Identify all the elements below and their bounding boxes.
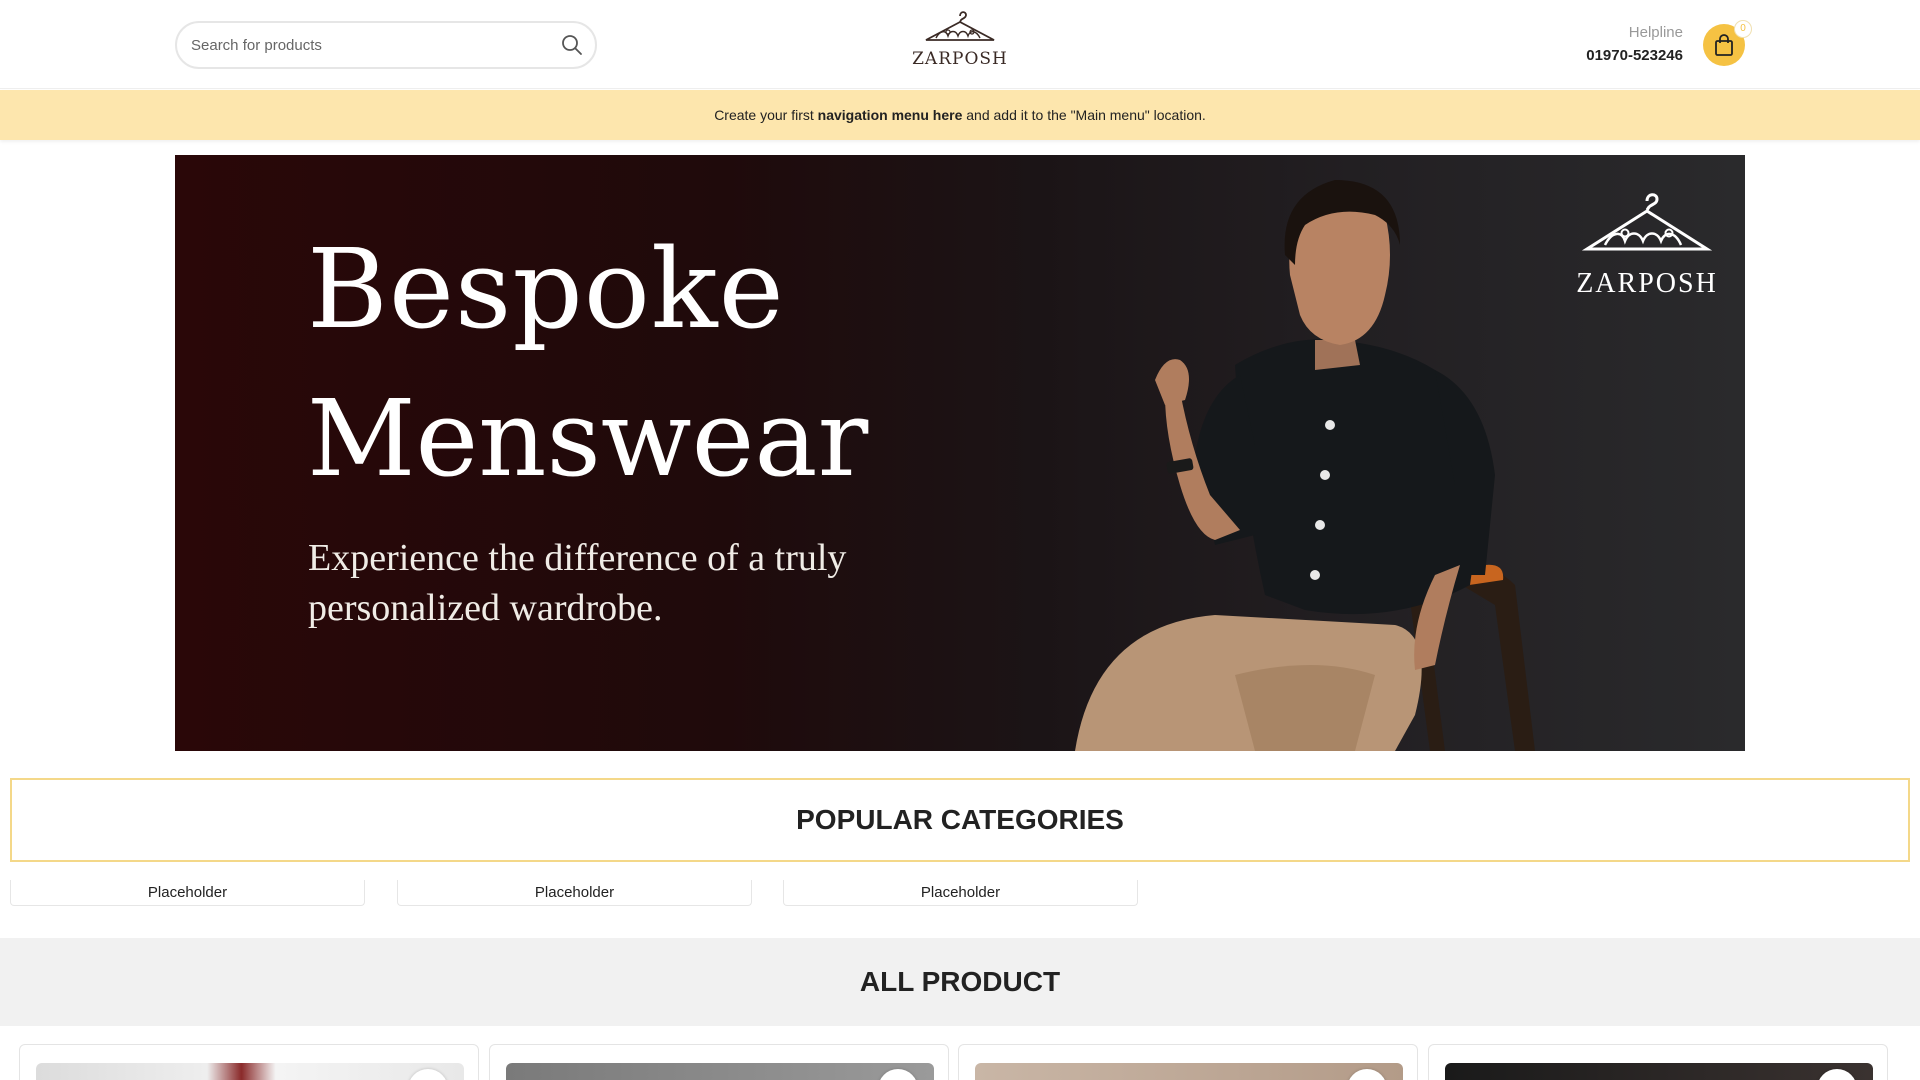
site-header: ZARPOSH Helpline 01970-523246 0 [0, 0, 1920, 89]
category-image-placeholder: Placeholder [920, 884, 1001, 901]
category-item[interactable]: Placeholder [783, 880, 1138, 906]
product-image[interactable] [36, 1063, 464, 1080]
product-card[interactable] [1428, 1044, 1888, 1080]
notice-bar: Create your first navigation menu here a… [0, 90, 1920, 140]
helpline: Helpline 01970-523246 [1586, 24, 1683, 64]
shopping-bag-icon [1715, 34, 1733, 56]
search-icon[interactable] [561, 34, 583, 56]
logo-text: ZARPOSH [912, 49, 1008, 69]
all-product-header: ALL PRODUCT [0, 938, 1920, 1026]
site-logo[interactable]: ZARPOSH [910, 6, 1010, 78]
hero-subtitle: Experience the difference of a truly per… [308, 537, 847, 629]
product-card[interactable] [489, 1044, 949, 1080]
notice-link[interactable]: navigation menu here [818, 107, 963, 123]
category-image-placeholder: Placeholder [534, 884, 615, 901]
helpline-label: Helpline [1628, 24, 1683, 41]
hero-banner[interactable]: Bespoke Menswear Experience the differen… [175, 155, 1745, 751]
hero-title-line1: Bespoke [307, 225, 785, 353]
popular-categories-title: POPULAR CATEGORIES [796, 804, 1124, 835]
all-product-title: ALL PRODUCT [859, 966, 1061, 997]
notice-suffix: and add it to the "Main menu" location. [966, 107, 1206, 123]
hero-title-line2: Menswear [307, 377, 869, 500]
category-item[interactable]: Placeholder [397, 880, 752, 906]
product-card[interactable] [19, 1044, 479, 1080]
category-item[interactable]: Placeholder [10, 880, 365, 906]
search-form [175, 21, 597, 69]
category-image-placeholder: Placeholder [147, 884, 228, 901]
hero-brand-text: ZARPOSH [1576, 268, 1718, 299]
model-figure [1075, 180, 1535, 751]
notice-prefix: Create your first [714, 107, 814, 123]
product-image[interactable] [506, 1063, 934, 1080]
cart-count-badge: 0 [1734, 20, 1752, 38]
search-input[interactable] [191, 23, 531, 67]
product-card[interactable] [958, 1044, 1418, 1080]
helpline-number[interactable]: 01970-523246 [1586, 47, 1683, 64]
hero-brand-logo: ZARPOSH [1575, 183, 1719, 300]
product-image[interactable] [975, 1063, 1403, 1080]
product-image[interactable] [1445, 1063, 1873, 1080]
hanger-logo-icon [925, 11, 995, 41]
popular-categories-header: POPULAR CATEGORIES [10, 778, 1910, 862]
hanger-logo-icon [1581, 193, 1713, 251]
